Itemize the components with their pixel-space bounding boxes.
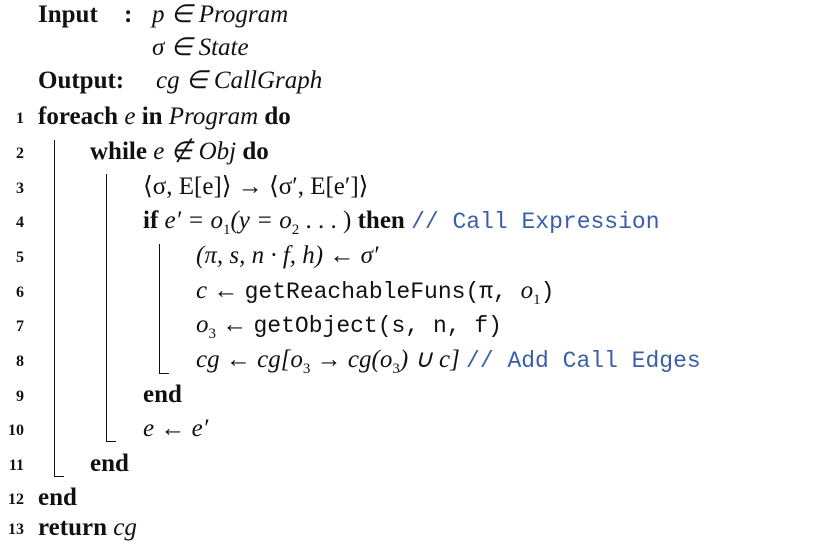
keyword-do: do [242, 138, 269, 165]
output-label: Output: [38, 67, 125, 94]
line-number: 5 [16, 249, 24, 266]
if-cond-b: (y = o [230, 207, 292, 234]
keyword-foreach: foreach [38, 103, 119, 130]
line-number: 13 [8, 521, 24, 538]
input-program: p ∈ Program [152, 1, 289, 28]
keyword-do: do [264, 103, 291, 130]
if-cond-c: . . . ) [299, 207, 352, 234]
input-state: σ ∈ State [152, 34, 249, 61]
foreach-block-tick [54, 476, 64, 477]
fn-getobject: getObject [253, 313, 378, 339]
while-block-tick [106, 441, 116, 442]
var-e: e [124, 103, 136, 130]
while-condition: e ∉ Obj [153, 138, 237, 165]
destructure-state: (π, s, n · f, h) ← σ′ [196, 242, 379, 269]
program-name: Program [168, 103, 259, 130]
var-o: o [196, 311, 209, 338]
if-cond-a: e′ = o [164, 207, 223, 234]
args-o: o [520, 277, 534, 304]
args-b: ) [540, 279, 555, 305]
cg-update-c: ) ∪ c] [399, 346, 460, 373]
args-a: (π, [465, 279, 521, 305]
cg-update-a: cg ← cg[o [196, 346, 303, 373]
line-number: 4 [16, 214, 24, 231]
keyword-end: end [38, 484, 77, 511]
line-number: 1 [16, 110, 24, 127]
keyword-end: end [143, 381, 182, 408]
assign-c: c ← [196, 277, 239, 304]
arrow: ← [216, 311, 248, 338]
keyword-return: return [38, 514, 107, 541]
comment-call-expression: // Call Expression [411, 209, 660, 235]
keyword-in: in [141, 103, 163, 130]
getobject-args: (s, n, f) [377, 313, 502, 339]
input-label: Input [38, 1, 98, 28]
if-block-tick [159, 373, 169, 374]
return-cg: cg [113, 514, 137, 541]
foreach-block-bar [54, 140, 55, 477]
assign-e: e ← e′ [143, 415, 209, 442]
keyword-then: then [357, 207, 405, 234]
line-number: 12 [8, 491, 24, 508]
line-number: 11 [8, 457, 24, 474]
line-number: 10 [8, 422, 24, 439]
cg-update-b: → cg(o [310, 346, 393, 373]
input-colon: : [124, 1, 133, 28]
line-number: 6 [16, 284, 24, 301]
line-number: 9 [16, 388, 24, 405]
keyword-while: while [90, 138, 147, 165]
args-sub: 1 [533, 292, 541, 308]
cg-update-sub2: 3 [392, 361, 400, 377]
step-transition: ⟨σ, E[e]⟩ → ⟨σ′, E[e′]⟩ [143, 173, 369, 200]
if-block-bar [159, 244, 160, 374]
comment-add-call-edges: // Add Call Edges [466, 348, 701, 374]
keyword-if: if [143, 207, 159, 234]
output-callgraph: cg ∈ CallGraph [156, 67, 323, 94]
line-number: 2 [16, 145, 24, 162]
keyword-end: end [90, 450, 129, 477]
fn-getreachablefuns: getReachableFuns [244, 279, 466, 305]
while-block-bar [106, 174, 107, 442]
line-number: 8 [16, 353, 24, 370]
var-o-sub: 3 [208, 326, 217, 342]
line-number: 3 [16, 180, 24, 197]
line-number: 7 [16, 318, 24, 335]
